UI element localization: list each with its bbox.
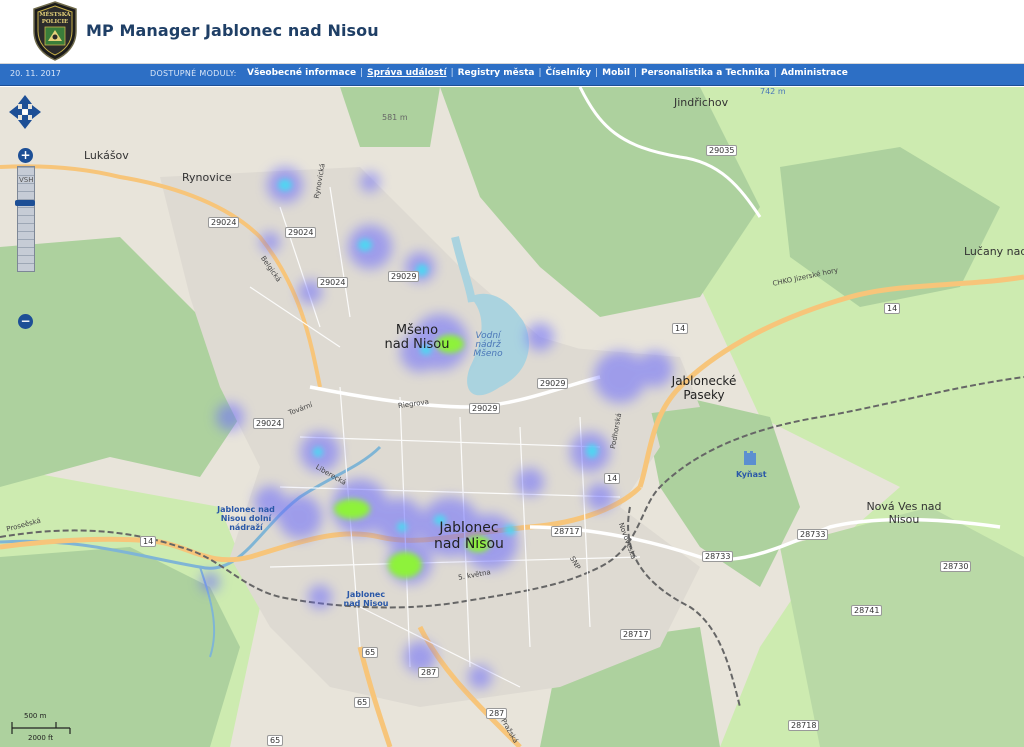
module-menu: Všeobecné informace | Správa událostí | … bbox=[243, 68, 852, 78]
elevation-581: 581 m bbox=[382, 113, 408, 122]
nav-item-mobil[interactable]: Mobil bbox=[598, 68, 634, 78]
road-label-28717: 28717 bbox=[620, 629, 652, 640]
zoom-slider-handle[interactable] bbox=[15, 200, 35, 206]
kynast-marker-icon bbox=[744, 451, 756, 465]
current-date: 20. 11. 2017 bbox=[10, 69, 61, 78]
place-mseno: Mšeno nad Nisou bbox=[384, 323, 450, 352]
place-rynovice: Rynovice bbox=[182, 171, 232, 184]
place-nova-ves: Nová Ves nad Nisou bbox=[866, 500, 942, 526]
road-label-65: 65 bbox=[354, 697, 371, 708]
road-label-14: 14 bbox=[884, 303, 901, 314]
modules-label: DOSTUPNÉ MODULY: bbox=[150, 69, 237, 78]
road-label-14: 14 bbox=[672, 323, 689, 334]
station-dolni: Jablonec nad Nisou dolní nádraží bbox=[217, 505, 275, 532]
road-label-28733: 28733 bbox=[797, 529, 829, 540]
nav-item-sprava-udalosti[interactable]: Správa událostí bbox=[363, 68, 450, 78]
elevation-742: 742 m bbox=[760, 87, 786, 96]
nav-item-administrace[interactable]: Administrace bbox=[777, 68, 852, 78]
road-label-29029: 29029 bbox=[537, 378, 569, 389]
road-label-29024: 29024 bbox=[285, 227, 317, 238]
police-badge-icon[interactable]: MĚSTSKÁ POLICIE bbox=[32, 1, 78, 61]
app-title: MP Manager Jablonec nad Nisou bbox=[86, 21, 379, 40]
place-jablonecke-paseky: Jablonecké Paseky bbox=[671, 374, 737, 402]
road-label-29035: 29035 bbox=[706, 145, 738, 156]
map-basemap bbox=[0, 87, 1024, 747]
road-label-28717: 28717 bbox=[551, 526, 583, 537]
road-label-28741: 28741 bbox=[851, 605, 883, 616]
heatmap-map[interactable]: Lukášov Rynovice Jindřichov Lučany nad N… bbox=[0, 87, 1024, 747]
reservoir-label: Vodní nádrž Mšeno bbox=[473, 331, 503, 359]
zoom-out-button[interactable]: − bbox=[18, 314, 33, 329]
logo-text-line-1: MĚSTSKÁ bbox=[39, 10, 71, 18]
road-label-28730: 28730 bbox=[940, 561, 972, 572]
road-label-29024: 29024 bbox=[208, 217, 240, 228]
station-hlavni: Jablonec nad Nisou bbox=[343, 590, 389, 608]
map-scale-bar: 500 m 2000 ft bbox=[10, 712, 90, 746]
road-label-28733: 28733 bbox=[702, 551, 734, 562]
place-lukasov: Lukášov bbox=[84, 149, 129, 162]
module-navbar: 20. 11. 2017 DOSTUPNÉ MODULY: Všeobecné … bbox=[0, 64, 1024, 86]
place-kynast: Kyňast bbox=[736, 470, 767, 479]
map-zoom-control: + VSH − bbox=[8, 94, 42, 334]
place-lucany: Lučany nad Nisou bbox=[964, 245, 1024, 258]
nav-item-ciselniky[interactable]: Číselníky bbox=[542, 68, 596, 78]
road-label-65: 65 bbox=[362, 647, 379, 658]
road-label-29029: 29029 bbox=[388, 271, 420, 282]
road-label-29024: 29024 bbox=[317, 277, 349, 288]
road-label-29024: 29024 bbox=[253, 418, 285, 429]
road-label-28718: 28718 bbox=[788, 720, 820, 731]
nav-item-personalistika-a-technika[interactable]: Personalistika a Technika bbox=[637, 68, 774, 78]
zoom-level: VSH bbox=[19, 176, 34, 184]
road-label-65: 65 bbox=[267, 735, 284, 746]
place-jindrichov: Jindřichov bbox=[674, 96, 729, 109]
zoom-in-button[interactable]: + bbox=[18, 148, 33, 163]
road-label-287: 287 bbox=[418, 667, 440, 678]
road-label-29029: 29029 bbox=[469, 403, 501, 414]
forest-southeast bbox=[780, 507, 1024, 747]
pan-arrows-icon[interactable] bbox=[8, 94, 42, 130]
nav-item-registry-mesta[interactable]: Registry města bbox=[454, 68, 539, 78]
road-label-14: 14 bbox=[604, 473, 621, 484]
place-jablonec: Jablonec nad Nisou bbox=[434, 520, 504, 552]
scale-imperial: 2000 ft bbox=[28, 734, 54, 742]
nav-item-vseobecne-informace[interactable]: Všeobecné informace bbox=[243, 68, 360, 78]
logo-text-line-2: POLICIE bbox=[42, 19, 69, 25]
scale-metric: 500 m bbox=[24, 712, 47, 720]
app-header: MĚSTSKÁ POLICIE MP Manager Jablonec nad … bbox=[0, 0, 1024, 64]
road-label-14: 14 bbox=[140, 536, 157, 547]
